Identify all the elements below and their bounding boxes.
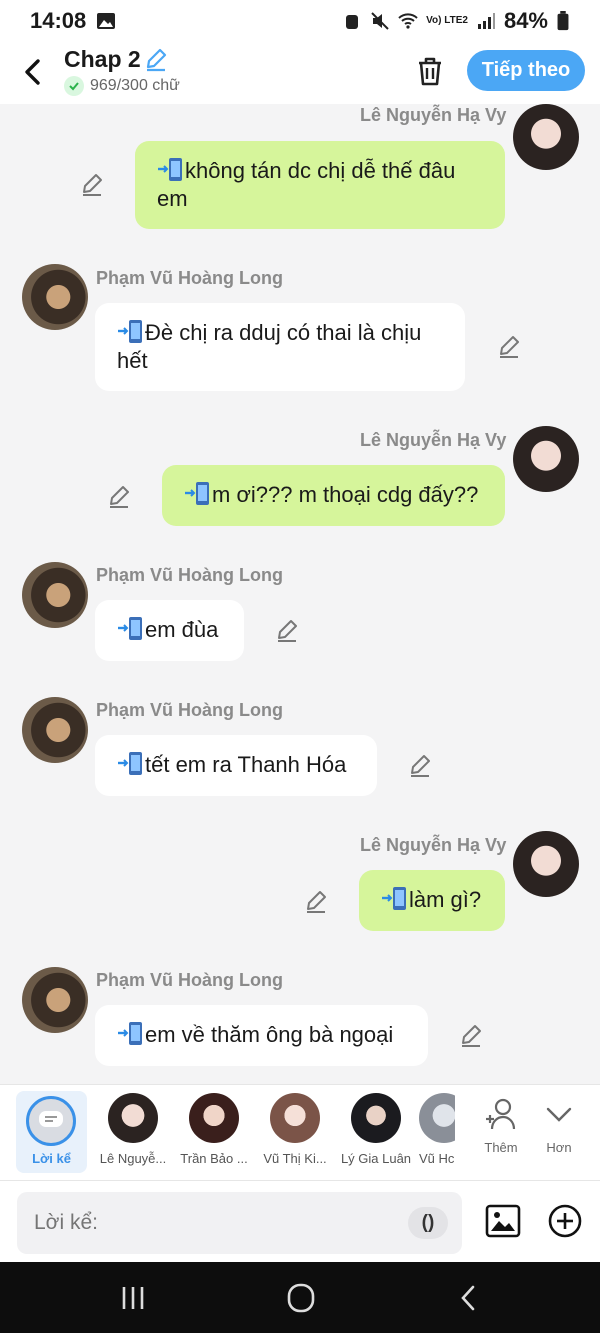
message-bubble[interactable]: m ơi??? m thoại cdg đấy?? <box>162 465 505 526</box>
chevron-down-icon <box>546 1107 572 1122</box>
character-bar: Lời kể Lê Nguyễ... Trần Bảo ... Vũ Thị K… <box>0 1084 600 1180</box>
avatar[interactable] <box>22 697 88 763</box>
message-bubble[interactable]: em đùa <box>95 600 244 661</box>
status-time: 14:08 <box>30 8 87 33</box>
character-item[interactable]: Vũ Thị Ki... <box>257 1093 333 1166</box>
mute-icon <box>371 12 389 30</box>
back-nav-icon[interactable] <box>449 1282 489 1314</box>
character-name: Vũ Hc <box>419 1151 455 1166</box>
avatar[interactable] <box>22 967 88 1033</box>
phone-icon <box>118 320 142 343</box>
character-name: Lý Gia Luân <box>340 1151 412 1166</box>
message-bubble[interactable]: không tán dc chị dễ thế đâu em <box>135 141 505 229</box>
message-bubble[interactable]: Đè chị ra dduj có thai là chịu hết <box>95 303 465 391</box>
character-item[interactable]: Lê Nguyễ... <box>95 1093 171 1166</box>
phone-icon <box>118 752 142 775</box>
pencil-icon[interactable] <box>407 752 433 778</box>
character-item[interactable]: Lý Gia Luân <box>338 1093 414 1166</box>
battery-icon <box>557 11 569 31</box>
narration-input[interactable] <box>17 1192 462 1254</box>
phone-icon <box>158 158 182 181</box>
phone-icon <box>118 1022 142 1045</box>
character-name: Trần Bảo ... <box>180 1151 248 1166</box>
status-bar: 14:08 Vo) LTE2 84% <box>0 0 600 42</box>
composer-bar: () <box>0 1180 600 1262</box>
narrator-label: Lời kể <box>32 1151 71 1166</box>
chat-bubble-icon <box>26 1096 76 1146</box>
message-text: Đè chị ra dduj có thai là chịu <box>145 320 422 345</box>
avatar <box>270 1093 320 1143</box>
check-icon <box>64 76 84 96</box>
avatar[interactable] <box>513 104 579 170</box>
word-count-text: 969/300 chữ <box>90 77 180 94</box>
recent-apps-icon[interactable] <box>113 1282 153 1314</box>
gallery-notification-icon <box>97 13 116 29</box>
plus-circle-icon[interactable] <box>547 1203 583 1239</box>
phone-icon <box>185 482 209 505</box>
sender-name: Phạm Vũ Hoàng Long <box>96 970 283 990</box>
sender-name: Lê Nguyễn Hạ Vy <box>360 835 507 855</box>
back-arrow-icon[interactable] <box>18 52 48 92</box>
pencil-icon[interactable] <box>496 333 522 359</box>
home-icon[interactable] <box>281 1282 321 1314</box>
add-person-icon <box>486 1098 516 1130</box>
signal-icon <box>477 13 495 29</box>
chapter-header: Chap 2 969/300 chữ Tiếp theo <box>0 42 600 104</box>
avatar <box>108 1093 158 1143</box>
character-item[interactable]: Vũ Hc <box>419 1093 455 1166</box>
message-text: em về thăm ông bà ngoại <box>145 1022 394 1047</box>
image-icon[interactable] <box>485 1203 521 1239</box>
phone-icon <box>118 617 142 640</box>
sender-name: Lê Nguyễn Hạ Vy <box>360 105 507 125</box>
chat-area: Lê Nguyễn Hạ Vy không tán dc chị dễ thế … <box>0 104 600 1084</box>
alarm-icon <box>346 15 359 29</box>
trash-icon[interactable] <box>414 54 446 88</box>
avatar <box>351 1093 401 1143</box>
pencil-icon[interactable] <box>143 46 169 72</box>
next-button[interactable]: Tiếp theo <box>467 50 585 91</box>
message-text: em đùa <box>145 617 219 642</box>
message-text: tết em ra Thanh Hóa <box>145 752 347 777</box>
message-bubble[interactable]: tết em ra Thanh Hóa <box>95 735 377 796</box>
avatar[interactable] <box>22 264 88 330</box>
system-nav-bar <box>0 1262 600 1333</box>
message-bubble[interactable]: làm gì? <box>359 870 505 931</box>
avatar[interactable] <box>22 562 88 628</box>
character-item[interactable]: Trần Bảo ... <box>176 1093 252 1166</box>
network-label: Vo) LTE2 <box>426 15 468 26</box>
character-name: Lê Nguyễ... <box>99 1151 167 1166</box>
avatar[interactable] <box>513 831 579 897</box>
page-title: Chap 2 <box>64 46 141 72</box>
wifi-icon <box>398 13 418 29</box>
more-label: Hơn <box>546 1140 572 1155</box>
sender-name: Lê Nguyễn Hạ Vy <box>360 430 507 450</box>
sender-name: Phạm Vũ Hoàng Long <box>96 565 283 585</box>
sender-name: Phạm Vũ Hoàng Long <box>96 268 283 288</box>
pencil-icon[interactable] <box>303 888 329 914</box>
add-character-button[interactable]: Thêm <box>478 1097 524 1155</box>
sender-name: Phạm Vũ Hoàng Long <box>96 700 283 720</box>
avatar <box>419 1093 455 1143</box>
battery-percent: 84% <box>503 8 548 33</box>
message-bubble[interactable]: em về thăm ông bà ngoại <box>95 1005 428 1066</box>
pencil-icon[interactable] <box>79 171 105 197</box>
pencil-icon[interactable] <box>274 617 300 643</box>
message-text: hết <box>117 348 148 373</box>
pencil-icon[interactable] <box>458 1022 484 1048</box>
avatar <box>189 1093 239 1143</box>
parenthesis-button[interactable]: () <box>408 1207 448 1239</box>
word-count: 969/300 chữ <box>64 76 180 96</box>
message-text: em <box>157 186 188 211</box>
message-text: làm gì? <box>409 887 482 912</box>
phone-icon <box>382 887 406 910</box>
narrator-tab[interactable]: Lời kể <box>16 1091 87 1173</box>
message-text: không tán dc chị dễ thế đâu <box>185 158 456 183</box>
pencil-icon[interactable] <box>106 483 132 509</box>
message-text: m ơi??? m thoại cdg đấy?? <box>212 482 479 507</box>
add-character-label: Thêm <box>484 1140 518 1155</box>
more-button[interactable]: Hơn <box>536 1097 582 1155</box>
character-name: Vũ Thị Ki... <box>263 1151 327 1166</box>
avatar[interactable] <box>513 426 579 492</box>
